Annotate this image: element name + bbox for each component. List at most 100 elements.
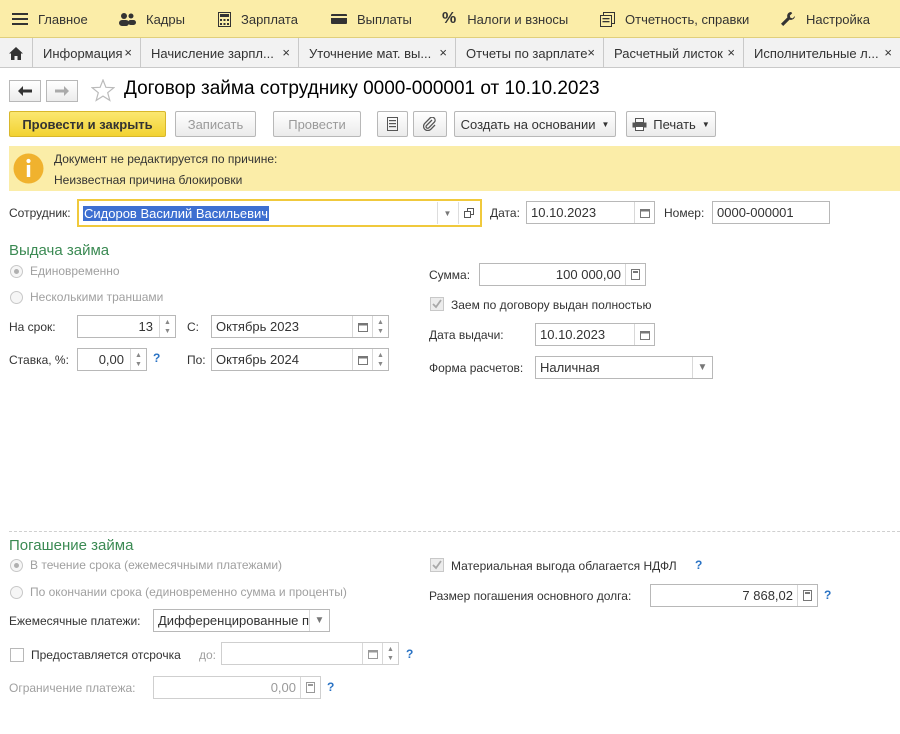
from-period-field[interactable]: Октябрь 2023 ▲ ▼ xyxy=(211,315,389,338)
radio-monthly-label: В течение срока (ежемесячными платежами) xyxy=(30,558,283,572)
close-icon[interactable]: × xyxy=(124,45,132,60)
tab-payroll[interactable]: Начисление зарпл... × xyxy=(141,38,299,68)
help-icon[interactable]: ? xyxy=(327,680,334,694)
post-button[interactable]: Провести xyxy=(273,111,361,137)
from-value: Октябрь 2023 xyxy=(216,319,299,334)
term-field[interactable]: 13 ▲ ▼ xyxy=(77,315,176,338)
tab-info[interactable]: Информация × xyxy=(33,38,141,68)
deferral-date-field[interactable]: ▲ ▼ xyxy=(221,642,399,665)
calendar-icon[interactable] xyxy=(352,349,372,370)
fully-issued-checkbox[interactable] xyxy=(430,297,444,311)
term-value: 13 xyxy=(138,319,153,334)
menu-item-settings[interactable]: Настройка xyxy=(780,0,870,38)
menu-item-main[interactable]: Главное xyxy=(12,0,88,38)
issue-date-field[interactable]: 10.10.2023 xyxy=(535,323,655,346)
term-spinner[interactable]: ▲ ▼ xyxy=(159,316,175,337)
menu-item-label: Налоги и взносы xyxy=(467,11,569,27)
number-field[interactable]: 0000-000001 xyxy=(712,201,830,224)
help-icon[interactable]: ? xyxy=(153,351,160,365)
deferral-checkbox[interactable] xyxy=(10,648,24,662)
print-button[interactable]: Печать ▼ xyxy=(626,111,716,137)
employee-label: Сотрудник: xyxy=(9,206,71,220)
issue-date-label: Дата выдачи: xyxy=(429,328,504,342)
menu-item-payments[interactable]: Выплаты xyxy=(331,0,412,38)
info-message-line2: Неизвестная причина блокировки xyxy=(54,173,243,187)
monthly-payments-value: Дифференцированные пл xyxy=(158,613,317,628)
menu-item-label: Главное xyxy=(38,11,88,27)
calendar-icon[interactable] xyxy=(634,324,654,345)
calendar-icon[interactable] xyxy=(634,202,654,223)
radio-end-of-term-label: По окончании срока (единовременно сумма … xyxy=(30,585,347,599)
employee-dropdown-button[interactable]: ▼ xyxy=(437,202,457,224)
menu-item-hr[interactable]: Кадры xyxy=(118,0,185,38)
tab-label: Отчеты по зарплате xyxy=(466,45,588,61)
tab-label: Уточнение мат. вы... xyxy=(309,45,432,61)
payment-form-select[interactable]: Наличная ▼ xyxy=(535,356,713,379)
menu-item-taxes[interactable]: % Налоги и взносы xyxy=(442,0,568,38)
close-icon[interactable]: × xyxy=(884,45,892,60)
star-icon[interactable] xyxy=(91,79,115,102)
principal-value: 7 868,02 xyxy=(742,588,793,603)
to-period-field[interactable]: Октябрь 2024 ▲ ▼ xyxy=(211,348,389,371)
attach-button[interactable] xyxy=(413,111,447,137)
deferral-spinner[interactable]: ▲ ▼ xyxy=(382,643,398,664)
rate-spinner[interactable]: ▲ ▼ xyxy=(130,349,146,370)
tab-payslip[interactable]: Расчетный листок × xyxy=(604,38,744,68)
monthly-payments-select[interactable]: Дифференцированные пл ▼ xyxy=(153,609,330,632)
tab-label: Исполнительные л... xyxy=(754,45,879,61)
employee-field[interactable]: Сидоров Василий Васильевич xyxy=(77,199,482,227)
close-icon[interactable]: × xyxy=(727,45,735,60)
hamburger-icon xyxy=(12,13,28,25)
dropdown-arrow-icon[interactable]: ▼ xyxy=(692,357,712,378)
sum-value: 100 000,00 xyxy=(555,267,621,282)
radio-tranches[interactable] xyxy=(10,291,23,304)
radio-once[interactable] xyxy=(10,265,23,278)
close-icon[interactable]: × xyxy=(282,45,290,60)
principal-field[interactable]: 7 868,02 xyxy=(650,584,818,607)
help-icon[interactable]: ? xyxy=(406,647,413,661)
tab-material-benefit[interactable]: Уточнение мат. вы... × xyxy=(299,38,456,68)
calculator-icon[interactable] xyxy=(625,264,645,285)
help-icon[interactable]: ? xyxy=(824,588,831,602)
print-label: Печать xyxy=(653,116,696,132)
info-icon xyxy=(13,153,44,184)
save-button[interactable]: Записать xyxy=(175,111,256,137)
dropdown-arrow-icon[interactable]: ▼ xyxy=(309,610,329,631)
help-icon[interactable]: ? xyxy=(695,558,702,572)
calendar-icon[interactable] xyxy=(352,316,372,337)
rate-label: Ставка, %: xyxy=(9,353,69,367)
back-button[interactable] xyxy=(9,80,41,102)
forward-button[interactable] xyxy=(46,80,78,102)
calendar-icon[interactable] xyxy=(362,643,382,664)
post-and-close-button[interactable]: Провести и закрыть xyxy=(9,111,166,137)
create-based-on-button[interactable]: Создать на основании ▼ xyxy=(454,111,616,137)
tab-home[interactable] xyxy=(0,38,33,68)
journal-button[interactable] xyxy=(377,111,408,137)
calculator-icon[interactable] xyxy=(300,677,320,698)
tab-writs[interactable]: Исполнительные л... × xyxy=(744,38,900,68)
calculator-icon[interactable] xyxy=(797,585,817,606)
to-label: По: xyxy=(187,353,206,367)
employee-open-button[interactable] xyxy=(458,202,478,224)
menu-item-label: Отчетность, справки xyxy=(625,11,750,27)
date-field[interactable]: 10.10.2023 xyxy=(526,201,655,224)
radio-end-of-term[interactable] xyxy=(10,586,23,599)
payment-limit-field[interactable]: 0,00 xyxy=(153,676,321,699)
from-label: С: xyxy=(187,320,199,334)
deferral-label: Предоставляется отсрочка xyxy=(31,648,181,662)
to-spinner[interactable]: ▲ ▼ xyxy=(372,349,388,370)
radio-tranches-label: Несколькими траншами xyxy=(30,290,164,304)
radio-monthly[interactable] xyxy=(10,559,23,572)
close-icon[interactable]: × xyxy=(439,45,447,60)
close-icon[interactable]: × xyxy=(587,45,595,60)
menu-item-reports[interactable]: Отчетность, справки xyxy=(600,0,749,38)
menu-item-salary[interactable]: Зарплата xyxy=(218,0,298,38)
tab-label: Расчетный листок xyxy=(614,45,723,61)
material-benefit-checkbox[interactable] xyxy=(430,558,444,572)
arrow-right-icon xyxy=(55,86,69,96)
from-spinner[interactable]: ▲ ▼ xyxy=(372,316,388,337)
tab-salary-reports[interactable]: Отчеты по зарплате × xyxy=(456,38,604,68)
sum-field[interactable]: 100 000,00 xyxy=(479,263,646,286)
rate-field[interactable]: 0,00 ▲ ▼ xyxy=(77,348,147,371)
percent-icon: % xyxy=(442,10,457,27)
